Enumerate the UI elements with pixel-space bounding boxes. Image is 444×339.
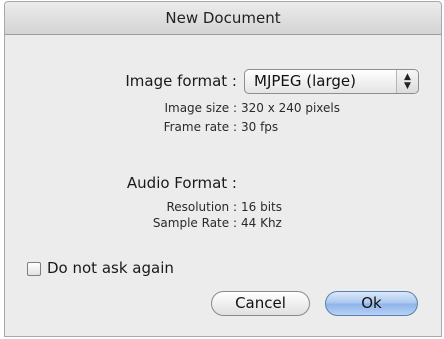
image-size-value: 320 x 240 pixels xyxy=(241,101,341,115)
cancel-button[interactable]: Cancel xyxy=(211,291,310,316)
resolution-value: 16 bits xyxy=(241,200,282,214)
sample-rate-label: Sample Rate : xyxy=(152,216,237,230)
dialog-title: New Document xyxy=(5,2,441,35)
do-not-ask-checkbox[interactable] xyxy=(27,262,41,276)
ok-button[interactable]: Ok xyxy=(325,291,418,316)
new-document-dialog: New Document Image format : MJPEG (large… xyxy=(4,1,442,337)
frame-rate-value: 30 fps xyxy=(241,120,279,134)
image-size-label: Image size : xyxy=(164,101,237,115)
image-format-popup[interactable]: MJPEG (large) ▲ ▼ xyxy=(244,69,419,94)
frame-rate-label: Frame rate : xyxy=(163,120,237,134)
resolution-label: Resolution : xyxy=(166,200,237,214)
image-format-value: MJPEG (large) xyxy=(254,72,356,90)
image-format-label: Image format : xyxy=(125,72,237,90)
popup-arrows-icon: ▲ ▼ xyxy=(396,70,418,93)
sample-rate-value: 44 Khz xyxy=(241,216,282,230)
do-not-ask-label[interactable]: Do not ask again xyxy=(47,259,174,277)
audio-format-label: Audio Format : xyxy=(126,174,237,192)
